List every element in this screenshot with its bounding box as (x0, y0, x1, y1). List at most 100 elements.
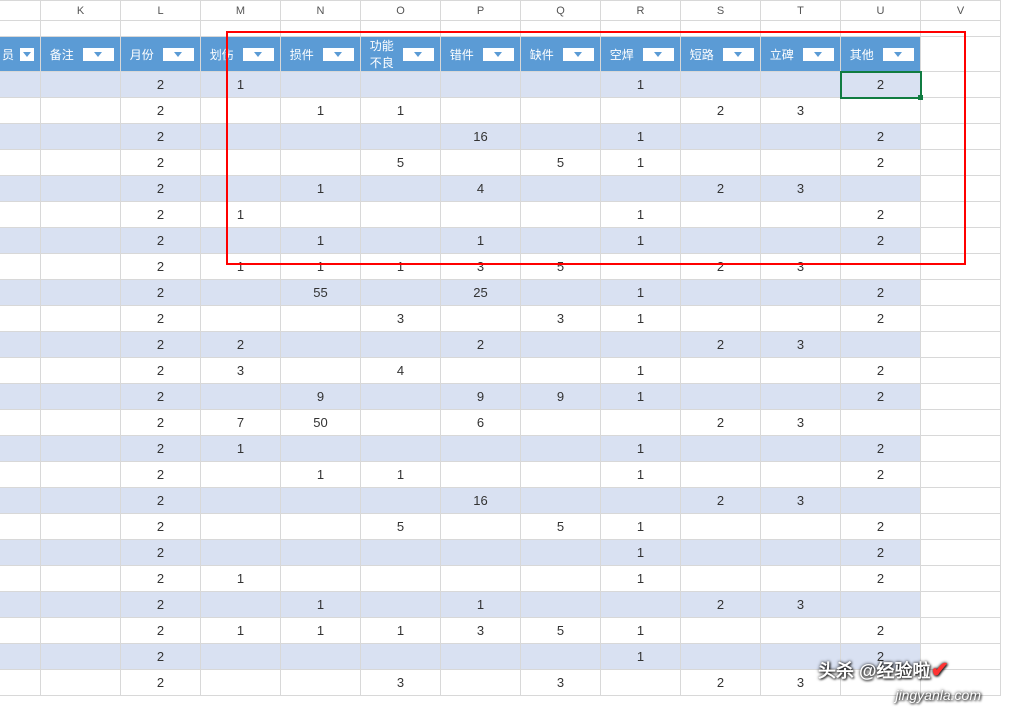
data-cell[interactable]: 1 (601, 228, 681, 254)
data-cell[interactable] (521, 566, 601, 592)
data-cell[interactable]: 2 (841, 540, 921, 566)
data-cell[interactable] (41, 124, 121, 150)
data-cell[interactable]: 1 (601, 540, 681, 566)
data-cell[interactable]: 1 (201, 436, 281, 462)
data-cell[interactable] (201, 384, 281, 410)
row-leader-cell[interactable] (0, 410, 41, 436)
data-cell[interactable]: 1 (601, 566, 681, 592)
data-cell[interactable]: 1 (281, 462, 361, 488)
data-cell[interactable] (521, 462, 601, 488)
data-cell[interactable]: 3 (441, 618, 521, 644)
column-letter[interactable]: S (681, 1, 761, 21)
filter-dropdown-icon[interactable] (162, 47, 196, 62)
data-cell[interactable] (361, 72, 441, 98)
row-leader-cell[interactable] (0, 540, 41, 566)
data-cell[interactable] (601, 410, 681, 436)
row-leader-cell[interactable] (0, 332, 41, 358)
row-leader-cell[interactable] (0, 566, 41, 592)
row-leader-cell[interactable] (0, 644, 41, 670)
data-cell[interactable] (361, 540, 441, 566)
column-letter[interactable] (0, 1, 41, 21)
column-header[interactable]: 员 (0, 37, 41, 72)
data-cell[interactable] (761, 384, 841, 410)
data-cell[interactable] (761, 618, 841, 644)
data-cell[interactable]: 2 (441, 332, 521, 358)
data-cell[interactable]: 5 (521, 150, 601, 176)
data-cell[interactable]: 1 (281, 98, 361, 124)
data-cell[interactable] (281, 124, 361, 150)
data-cell[interactable] (681, 202, 761, 228)
row-leader-cell[interactable] (0, 384, 41, 410)
data-cell[interactable]: 3 (761, 176, 841, 202)
data-cell[interactable]: 1 (201, 566, 281, 592)
data-cell[interactable]: 1 (601, 462, 681, 488)
data-cell[interactable] (681, 72, 761, 98)
row-leader-cell[interactable] (0, 98, 41, 124)
data-cell[interactable]: 2 (121, 254, 201, 280)
data-cell[interactable]: 2 (681, 592, 761, 618)
data-cell[interactable] (41, 98, 121, 124)
data-cell[interactable] (761, 358, 841, 384)
filter-dropdown-icon[interactable] (82, 47, 116, 62)
data-cell[interactable] (41, 150, 121, 176)
column-header[interactable]: 划伤 (201, 37, 281, 72)
data-cell[interactable]: 2 (841, 384, 921, 410)
row-leader-cell[interactable] (0, 592, 41, 618)
data-cell[interactable] (201, 540, 281, 566)
data-cell[interactable]: 2 (121, 670, 201, 696)
data-cell[interactable] (841, 98, 921, 124)
column-header[interactable]: 功能不良 (361, 37, 441, 72)
data-cell[interactable] (201, 514, 281, 540)
data-cell[interactable]: 7 (201, 410, 281, 436)
data-cell[interactable] (761, 306, 841, 332)
data-cell[interactable] (761, 72, 841, 98)
row-leader-cell[interactable] (0, 436, 41, 462)
data-cell[interactable]: 1 (441, 228, 521, 254)
data-cell[interactable]: 2 (841, 280, 921, 306)
data-cell[interactable] (201, 670, 281, 696)
data-cell[interactable]: 1 (201, 254, 281, 280)
data-cell[interactable] (521, 72, 601, 98)
filter-dropdown-icon[interactable] (402, 47, 436, 62)
data-cell[interactable] (201, 124, 281, 150)
data-cell[interactable] (521, 176, 601, 202)
data-cell[interactable] (601, 670, 681, 696)
data-cell[interactable]: 2 (121, 332, 201, 358)
data-cell[interactable] (921, 150, 1001, 176)
data-cell[interactable] (521, 228, 601, 254)
column-letter[interactable]: P (441, 1, 521, 21)
data-cell[interactable]: 2 (841, 358, 921, 384)
data-cell[interactable] (441, 540, 521, 566)
data-cell[interactable]: 2 (121, 202, 201, 228)
data-cell[interactable]: 2 (121, 358, 201, 384)
column-letter[interactable]: V (921, 1, 1001, 21)
data-cell[interactable] (441, 514, 521, 540)
data-cell[interactable]: 5 (521, 618, 601, 644)
column-letter[interactable]: T (761, 1, 841, 21)
data-cell[interactable]: 2 (201, 332, 281, 358)
data-cell[interactable]: 2 (841, 124, 921, 150)
data-cell[interactable] (921, 202, 1001, 228)
data-cell[interactable] (761, 202, 841, 228)
row-leader-cell[interactable] (0, 150, 41, 176)
data-cell[interactable] (41, 202, 121, 228)
data-cell[interactable] (281, 644, 361, 670)
data-cell[interactable]: 2 (841, 462, 921, 488)
data-cell[interactable]: 2 (841, 228, 921, 254)
data-cell[interactable] (281, 540, 361, 566)
data-cell[interactable]: 2 (121, 410, 201, 436)
data-cell[interactable]: 25 (441, 280, 521, 306)
data-cell[interactable] (441, 644, 521, 670)
data-cell[interactable]: 1 (441, 592, 521, 618)
data-cell[interactable]: 2 (681, 488, 761, 514)
data-cell[interactable]: 9 (521, 384, 601, 410)
data-cell[interactable] (441, 202, 521, 228)
data-cell[interactable] (921, 488, 1001, 514)
column-letter[interactable]: Q (521, 1, 601, 21)
data-cell[interactable]: 3 (361, 670, 441, 696)
row-leader-cell[interactable] (0, 488, 41, 514)
data-cell[interactable] (761, 540, 841, 566)
data-cell[interactable]: 1 (281, 592, 361, 618)
data-cell[interactable] (441, 358, 521, 384)
data-cell[interactable]: 2 (841, 306, 921, 332)
